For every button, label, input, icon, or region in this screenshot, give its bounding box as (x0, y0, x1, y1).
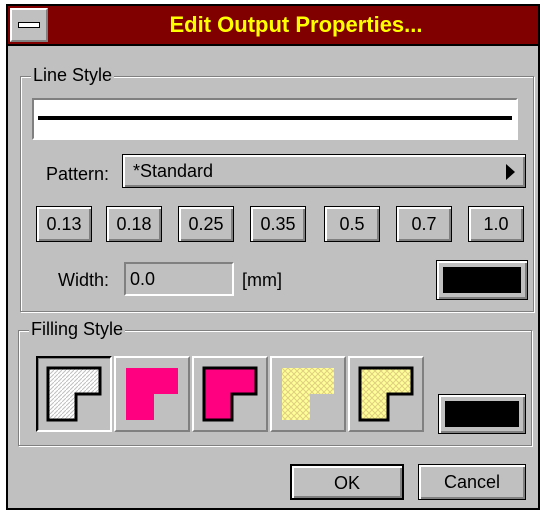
fill-color-swatch (445, 401, 519, 427)
fill-magenta-border-icon (202, 366, 258, 422)
cancel-button[interactable]: Cancel (418, 464, 526, 500)
width-preset-0-7[interactable]: 0.7 (396, 206, 452, 242)
fill-white-hatch-icon (46, 366, 102, 422)
line-color-button[interactable] (436, 260, 528, 300)
fill-magenta-icon (126, 368, 178, 420)
chevron-right-icon (506, 164, 515, 180)
fill-yellow-hatch-icon (282, 368, 334, 420)
fill-option-magenta-solid[interactable] (114, 356, 190, 432)
fill-option-white-hatch[interactable] (36, 356, 112, 432)
width-label: Width: (58, 270, 110, 290)
width-preset-0-25[interactable]: 0.25 (178, 206, 234, 242)
fill-color-button[interactable] (438, 394, 526, 434)
title-bar[interactable]: Edit Output Properties... (8, 6, 538, 46)
line-color-swatch (443, 267, 521, 293)
pattern-select[interactable]: *Standard (122, 154, 526, 188)
width-preset-0-13[interactable]: 0.13 (36, 206, 92, 242)
pattern-value: *Standard (133, 161, 214, 181)
width-preset-0-35[interactable]: 0.35 (250, 206, 306, 242)
system-menu-icon[interactable] (10, 8, 48, 42)
width-input[interactable]: 0.0 (124, 262, 234, 296)
fill-option-yellow-hatch[interactable] (270, 356, 346, 432)
line-preview (32, 98, 518, 140)
width-preset-0-18[interactable]: 0.18 (106, 206, 162, 242)
width-preset-1-0[interactable]: 1.0 (468, 206, 524, 242)
fill-option-yellow-hatch-border[interactable] (348, 356, 424, 432)
width-preset-0-5[interactable]: 0.5 (324, 206, 380, 242)
dialog-title: Edit Output Properties... (169, 12, 423, 37)
width-unit: [mm] (242, 270, 282, 290)
ok-button[interactable]: OK (290, 464, 404, 500)
pattern-label: Pattern: (46, 164, 110, 184)
filling-style-label: Filling Style (29, 319, 126, 340)
line-style-label: Line Style (31, 65, 115, 86)
fill-option-magenta-border[interactable] (192, 356, 268, 432)
fill-yellow-hatch-border-icon (358, 366, 414, 422)
